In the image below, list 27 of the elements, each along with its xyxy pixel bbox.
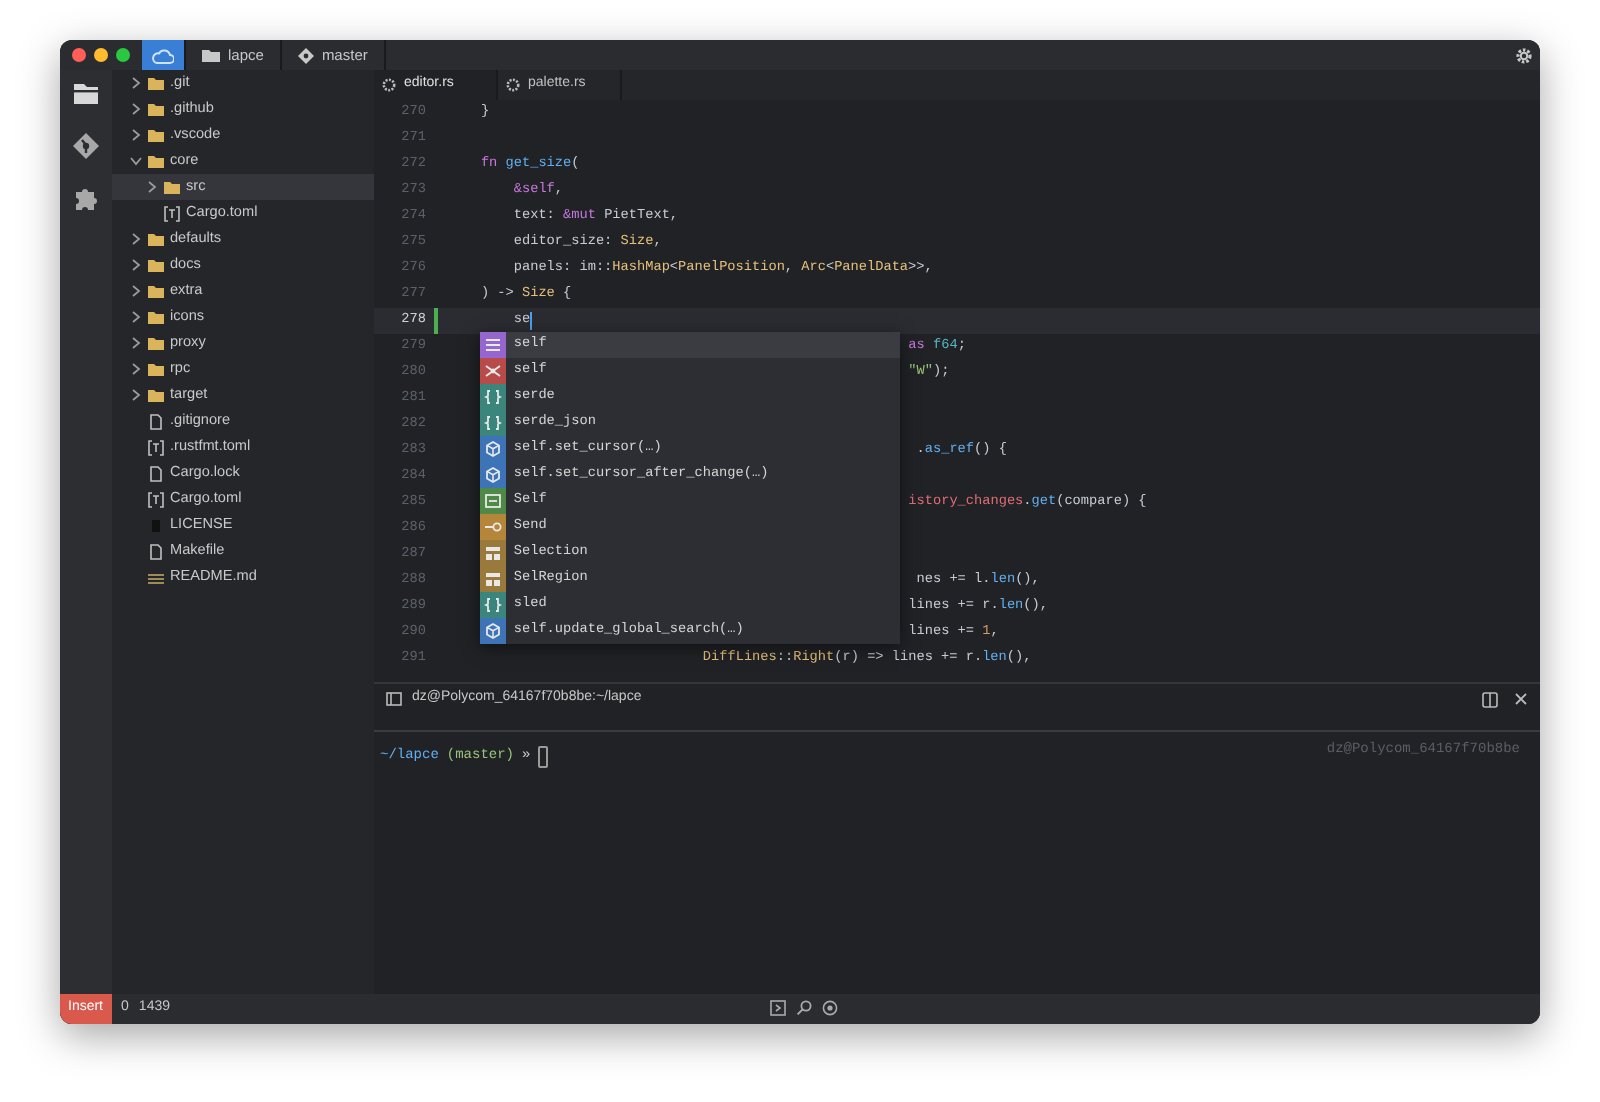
toml-icon [148, 491, 164, 507]
gear-icon [382, 78, 396, 92]
puzzle-icon[interactable] [72, 184, 100, 212]
git-icon [297, 47, 314, 63]
terminal-cursor [538, 746, 549, 768]
markdown-icon [148, 569, 164, 585]
toml-icon [148, 439, 164, 455]
panel-icon[interactable] [770, 1000, 786, 1016]
settings-icon[interactable] [1516, 47, 1532, 63]
terminal-icon [386, 692, 402, 706]
close-icon[interactable] [1514, 692, 1528, 706]
gear-icon [506, 78, 520, 92]
file-icon [148, 413, 164, 429]
text-cursor [530, 312, 533, 330]
folder-icon[interactable] [72, 80, 100, 108]
license-icon [148, 517, 164, 533]
search-icon[interactable] [796, 1000, 812, 1016]
folder-icon [202, 48, 220, 62]
modified-marker [434, 308, 438, 334]
toml-icon [164, 205, 180, 221]
file-icon [148, 465, 164, 481]
cloud-icon [152, 47, 174, 63]
file-icon [148, 543, 164, 559]
settings-icon[interactable] [822, 1000, 838, 1016]
split-icon[interactable] [1482, 691, 1498, 707]
git-icon[interactable] [72, 132, 100, 160]
remote-button[interactable] [142, 40, 186, 70]
